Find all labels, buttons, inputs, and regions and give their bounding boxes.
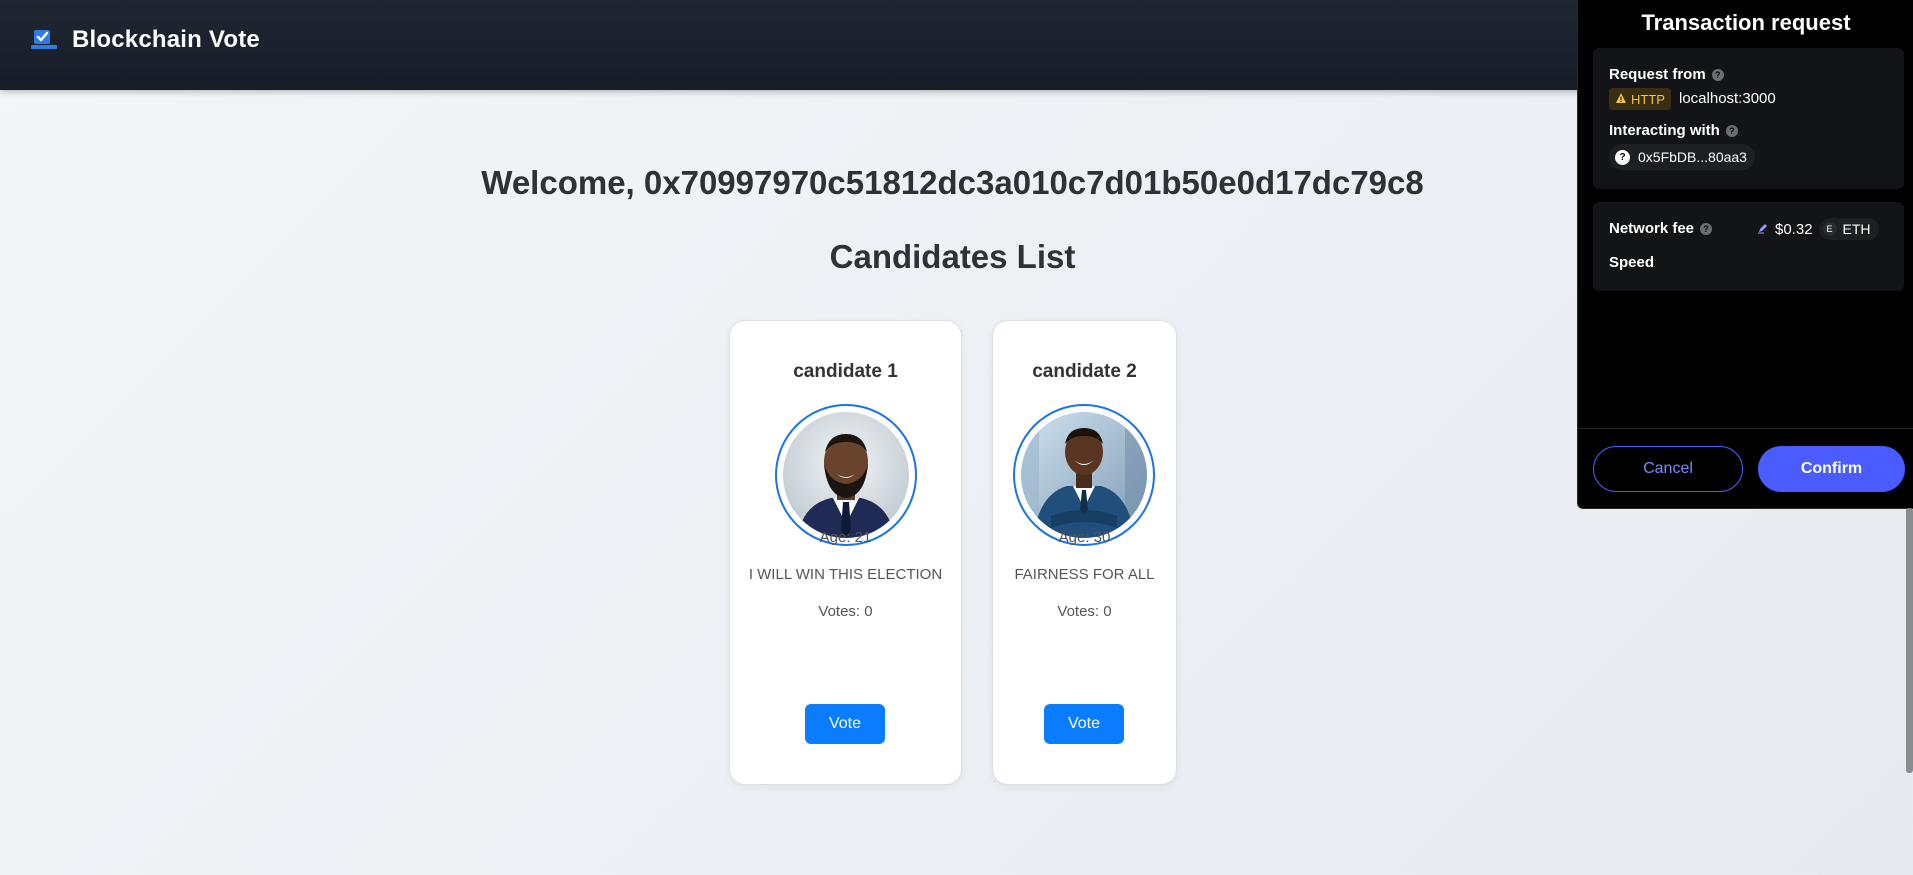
help-icon[interactable]: ?	[1725, 124, 1738, 137]
network-fee-label: Network fee ?	[1609, 220, 1713, 237]
candidate-photo	[775, 404, 917, 546]
http-badge-text: HTTP	[1631, 91, 1665, 107]
candidate-card: candidate 1 Age: 21 I WILL WIN THIS ELEC…	[729, 320, 962, 785]
vote-button[interactable]: Vote	[805, 704, 885, 744]
currency-label: ETH	[1842, 221, 1871, 237]
http-warning-badge: HTTP	[1609, 88, 1671, 110]
candidate-votes: Votes: 0	[1057, 603, 1112, 620]
request-from-text: Request from	[1609, 66, 1706, 83]
help-icon[interactable]: ?	[1711, 68, 1724, 81]
footer-divider	[1578, 428, 1913, 429]
network-fee-text: Network fee	[1609, 220, 1695, 237]
candidate-slogan: I WILL WIN THIS ELECTION	[748, 566, 943, 583]
warning-icon	[1615, 92, 1627, 107]
request-from-label: Request from ?	[1609, 66, 1724, 83]
brand[interactable]: Blockchain Vote	[30, 26, 260, 54]
transaction-request-title: Transaction request	[1641, 10, 1851, 35]
candidate-name: candidate 2	[1032, 361, 1137, 382]
cancel-button[interactable]: Cancel	[1593, 446, 1743, 492]
request-details-panel: Request from ? HTTP localhost:3000 Inter…	[1593, 48, 1904, 189]
candidate-votes: Votes: 0	[818, 603, 873, 620]
interacting-with-text: Interacting with	[1609, 122, 1720, 139]
unknown-contract-icon: ?	[1615, 149, 1630, 165]
ballot-box-icon	[30, 28, 58, 52]
candidate-slogan: FAIRNESS FOR ALL	[1014, 566, 1155, 583]
page-scrollbar[interactable]	[1906, 508, 1913, 773]
candidate-photo	[1013, 404, 1155, 546]
eth-icon: E	[1822, 222, 1837, 236]
candidate-age: Age: 30	[1058, 529, 1111, 546]
contract-address: 0x5FbDB...80aa3	[1638, 149, 1747, 165]
speed-label: Speed	[1609, 254, 1655, 271]
candidate-name: candidate 1	[793, 361, 898, 382]
candidate-card: candidate 2 Age: 30 FAIRNESS FOR ALL Vot…	[992, 320, 1177, 785]
fee-amount-group: $0.32 E ETH	[1757, 218, 1879, 240]
help-icon[interactable]: ?	[1700, 222, 1713, 235]
request-origin: localhost:3000	[1679, 90, 1776, 107]
app-title: Blockchain Vote	[72, 26, 260, 53]
wallet-transaction-popup: Transaction request Request from ? HTTP …	[1577, 0, 1913, 509]
candidate-age: Age: 21	[819, 529, 872, 546]
currency-pill: E ETH	[1818, 218, 1879, 240]
fee-panel: Network fee ? $0.32 E ETH Speed	[1593, 202, 1904, 291]
confirm-button[interactable]: Confirm	[1758, 446, 1905, 492]
interacting-with-label: Interacting with ?	[1609, 122, 1738, 139]
vote-button[interactable]: Vote	[1044, 704, 1124, 744]
edit-pencil-icon[interactable]	[1757, 221, 1769, 238]
contract-address-pill[interactable]: ? 0x5FbDB...80aa3	[1609, 144, 1755, 170]
fee-amount: $0.32	[1775, 220, 1813, 238]
